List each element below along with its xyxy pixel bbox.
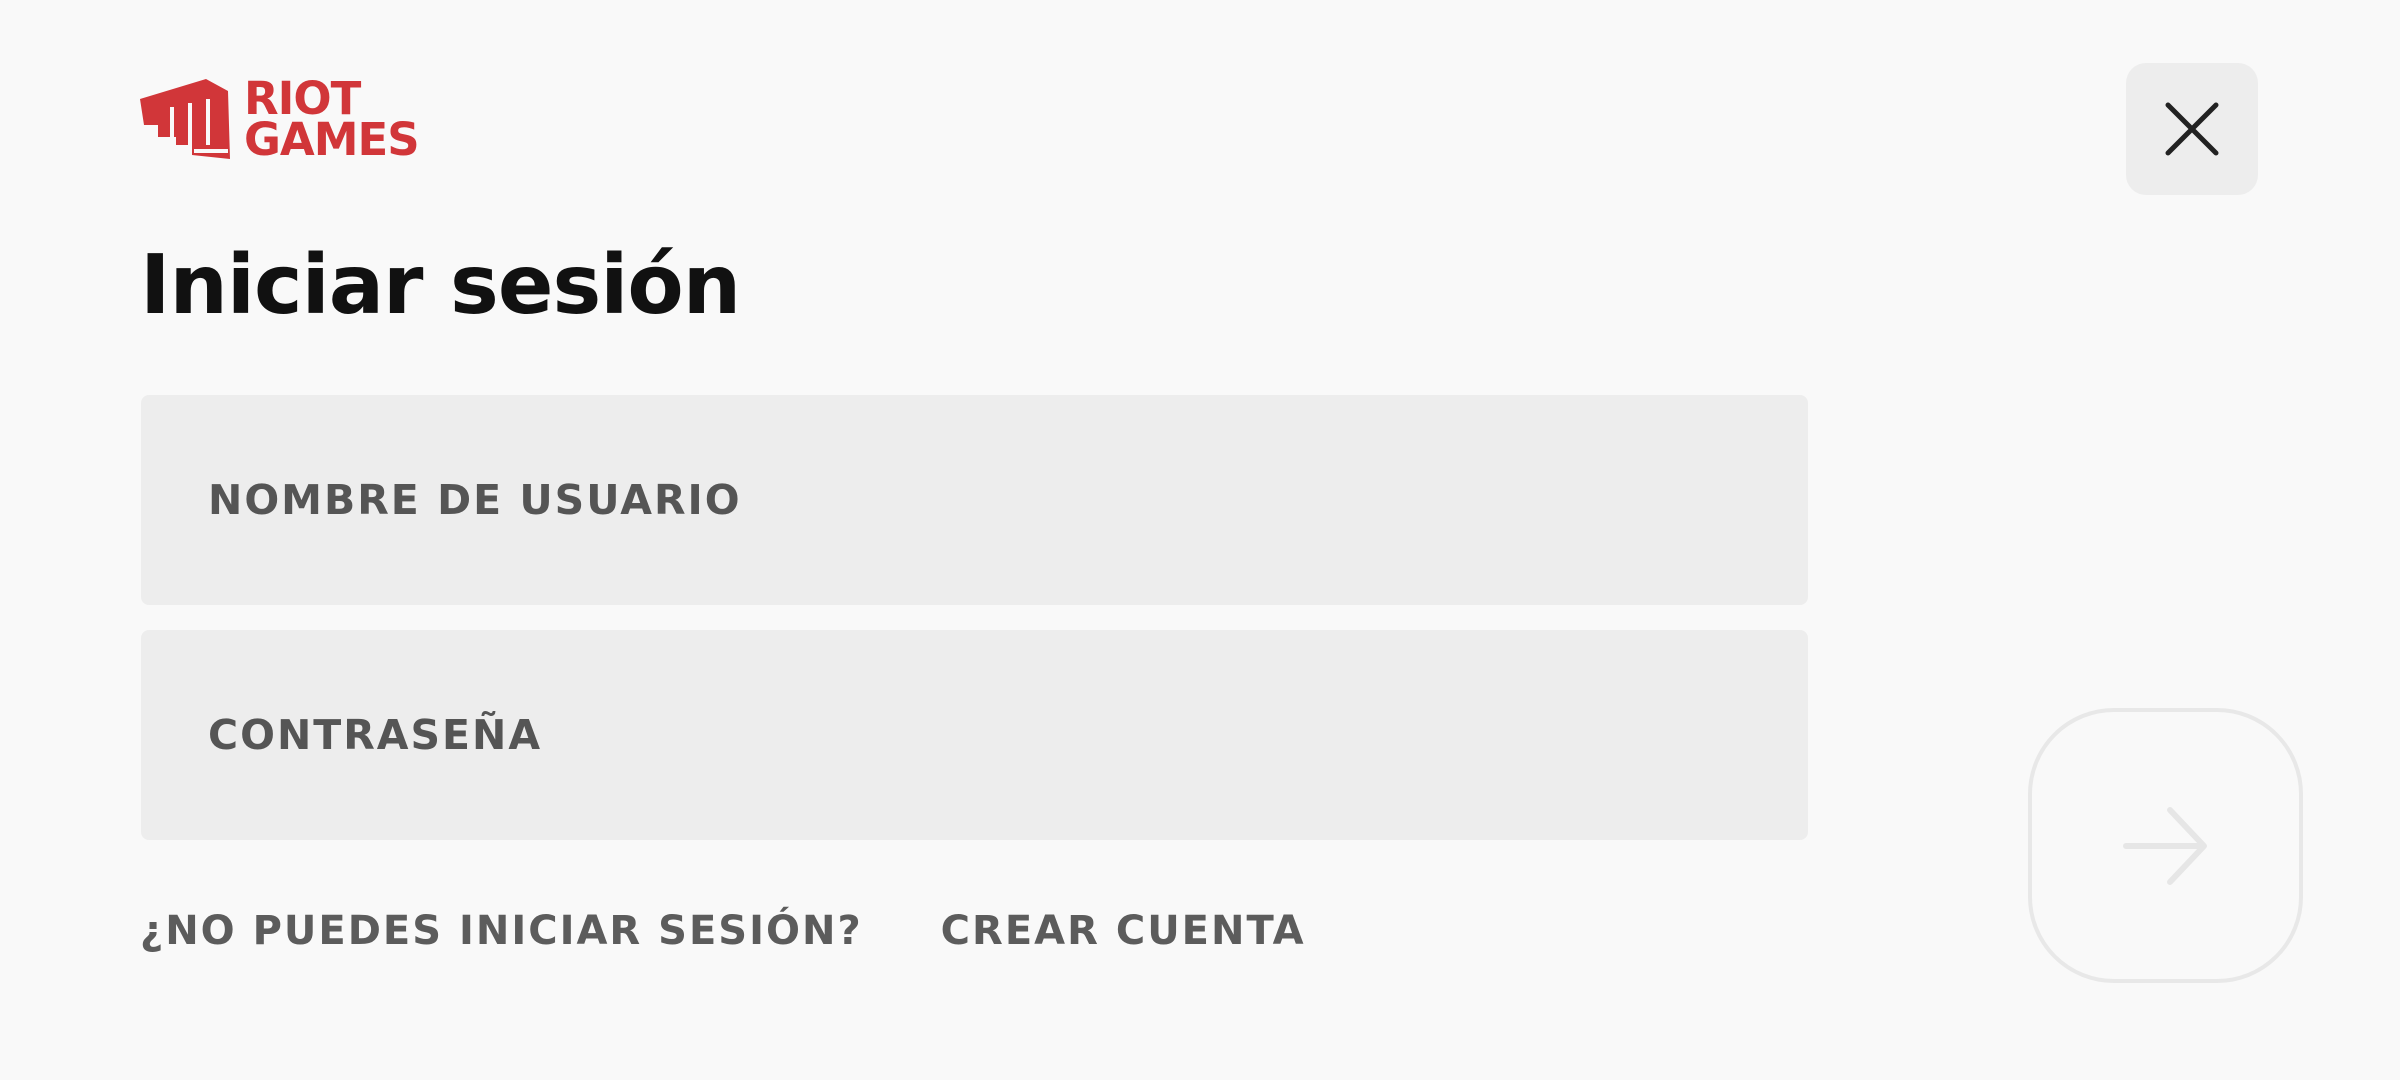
cant-sign-in-link[interactable]: ¿NO PUEDES INICIAR SESIÓN? bbox=[140, 908, 863, 954]
logo-line-games: GAMES bbox=[244, 113, 420, 166]
fist-icon bbox=[140, 79, 230, 159]
close-button[interactable] bbox=[2126, 63, 2258, 195]
username-input[interactable] bbox=[141, 395, 1808, 605]
riot-games-logo: RIOT GAMES bbox=[140, 76, 420, 166]
create-account-link[interactable]: CREAR CUENTA bbox=[941, 908, 1306, 954]
riot-games-wordmark: RIOT GAMES bbox=[244, 76, 420, 166]
submit-button[interactable] bbox=[2028, 708, 2303, 983]
login-page: RIOT GAMES Iniciar sesión ¿NO PUEDES INI… bbox=[0, 0, 2400, 1080]
close-icon bbox=[2164, 101, 2220, 157]
password-field[interactable] bbox=[141, 630, 1808, 840]
arrow-right-icon bbox=[2122, 802, 2210, 890]
password-input[interactable] bbox=[141, 630, 1808, 840]
auth-links: ¿NO PUEDES INICIAR SESIÓN? CREAR CUENTA bbox=[140, 908, 1306, 954]
page-title: Iniciar sesión bbox=[140, 238, 741, 333]
username-field[interactable] bbox=[141, 395, 1808, 605]
